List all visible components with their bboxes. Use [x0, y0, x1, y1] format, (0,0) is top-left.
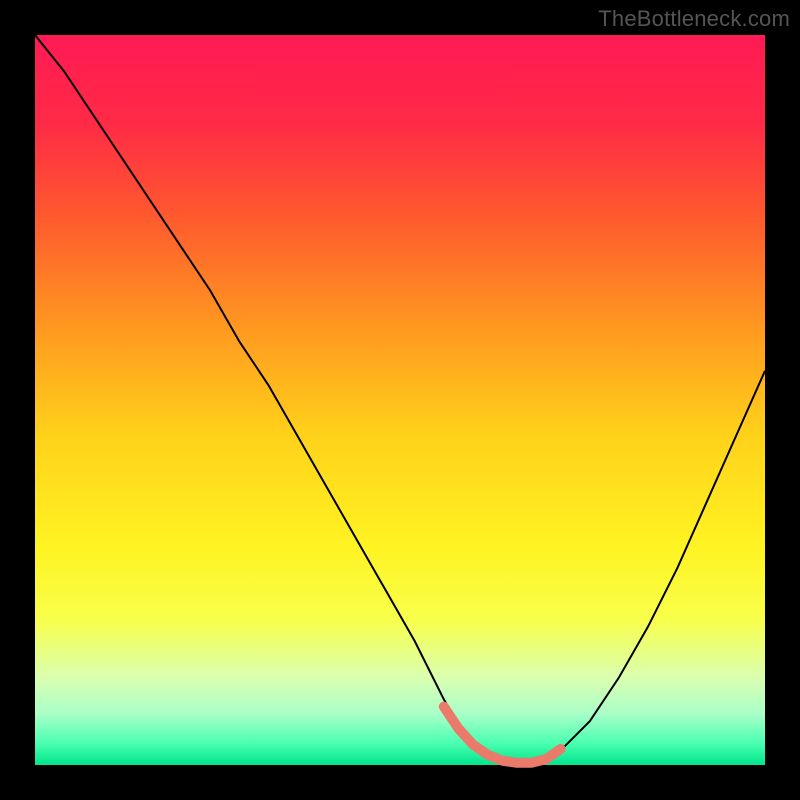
bottleneck-chart — [0, 0, 800, 800]
watermark-text: TheBottleneck.com — [598, 6, 790, 32]
chart-container: TheBottleneck.com — [0, 0, 800, 800]
plot-background — [35, 35, 765, 765]
